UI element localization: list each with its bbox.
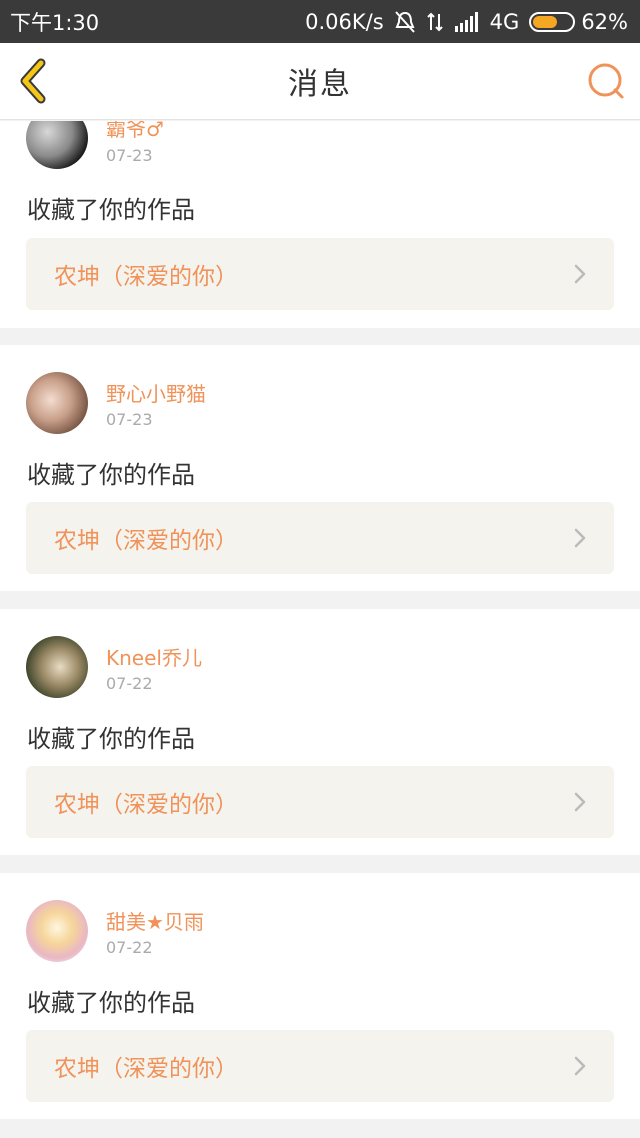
page-title: 消息	[288, 67, 352, 102]
username[interactable]: 霸爷♂	[106, 121, 164, 142]
username[interactable]: Kneel乔儿	[106, 642, 202, 671]
avatar[interactable]	[26, 372, 88, 434]
message-action: 收藏了你的作品	[27, 196, 195, 224]
bell-muted-icon	[394, 10, 415, 33]
work-link[interactable]: 农坤（深爱的你）	[26, 238, 614, 310]
message-action: 收藏了你的作品	[27, 461, 195, 489]
network-speed: 0.06K/s	[305, 9, 384, 34]
work-link[interactable]: 农坤（深爱的你）	[26, 1030, 614, 1102]
message-action: 收藏了你的作品	[27, 725, 195, 753]
work-title: 农坤（深爱的你）	[54, 792, 238, 818]
nav-bar: 消息	[0, 43, 640, 120]
status-bar: 下午1:30 0.06K/s 4G 62%	[0, 0, 640, 43]
message-date: 07-23	[106, 146, 153, 165]
battery: 62%	[529, 10, 628, 34]
status-right: 0.06K/s 4G 62%	[305, 10, 628, 34]
message-date: 07-23	[106, 410, 153, 429]
message-card: Kneel乔儿 07-22 收藏了你的作品 农坤（深爱的你）	[0, 609, 640, 855]
status-time: 下午1:30	[10, 10, 100, 35]
avatar[interactable]	[26, 121, 88, 169]
work-title: 农坤（深爱的你）	[54, 264, 238, 290]
message-list[interactable]: 霸爷♂ 07-23 收藏了你的作品 农坤（深爱的你） 野心小野猫 07-23 收…	[0, 121, 640, 1138]
chevron-right-icon	[574, 264, 586, 284]
battery-icon	[529, 11, 576, 32]
data-transfer-icon	[426, 12, 443, 31]
username[interactable]: 野心小野猫	[106, 378, 206, 407]
avatar[interactable]	[26, 636, 88, 698]
work-title: 农坤（深爱的你）	[54, 528, 238, 554]
network-type: 4G	[489, 9, 520, 34]
signal-icon	[454, 11, 478, 32]
chevron-left-icon[interactable]	[14, 57, 54, 105]
message-date: 07-22	[106, 674, 153, 693]
battery-percent: 62%	[581, 9, 628, 34]
work-link[interactable]: 农坤（深爱的你）	[26, 766, 614, 838]
message-card: 甜美★贝雨 07-22 收藏了你的作品 农坤（深爱的你）	[0, 873, 640, 1119]
work-title: 农坤（深爱的你）	[54, 1056, 238, 1082]
message-action: 收藏了你的作品	[27, 989, 195, 1017]
avatar[interactable]	[26, 900, 88, 962]
work-link[interactable]: 农坤（深爱的你）	[26, 502, 614, 574]
chevron-right-icon	[574, 528, 586, 548]
username[interactable]: 甜美★贝雨	[106, 906, 204, 935]
battery-fill	[533, 15, 557, 28]
message-card: 野心小野猫 07-23 收藏了你的作品 农坤（深爱的你）	[0, 345, 640, 591]
message-date: 07-22	[106, 938, 153, 957]
chevron-right-icon	[574, 1056, 586, 1076]
message-card: 霸爷♂ 07-23 收藏了你的作品 农坤（深爱的你）	[0, 121, 640, 328]
chevron-right-icon	[574, 792, 586, 812]
search-icon[interactable]	[586, 61, 626, 101]
